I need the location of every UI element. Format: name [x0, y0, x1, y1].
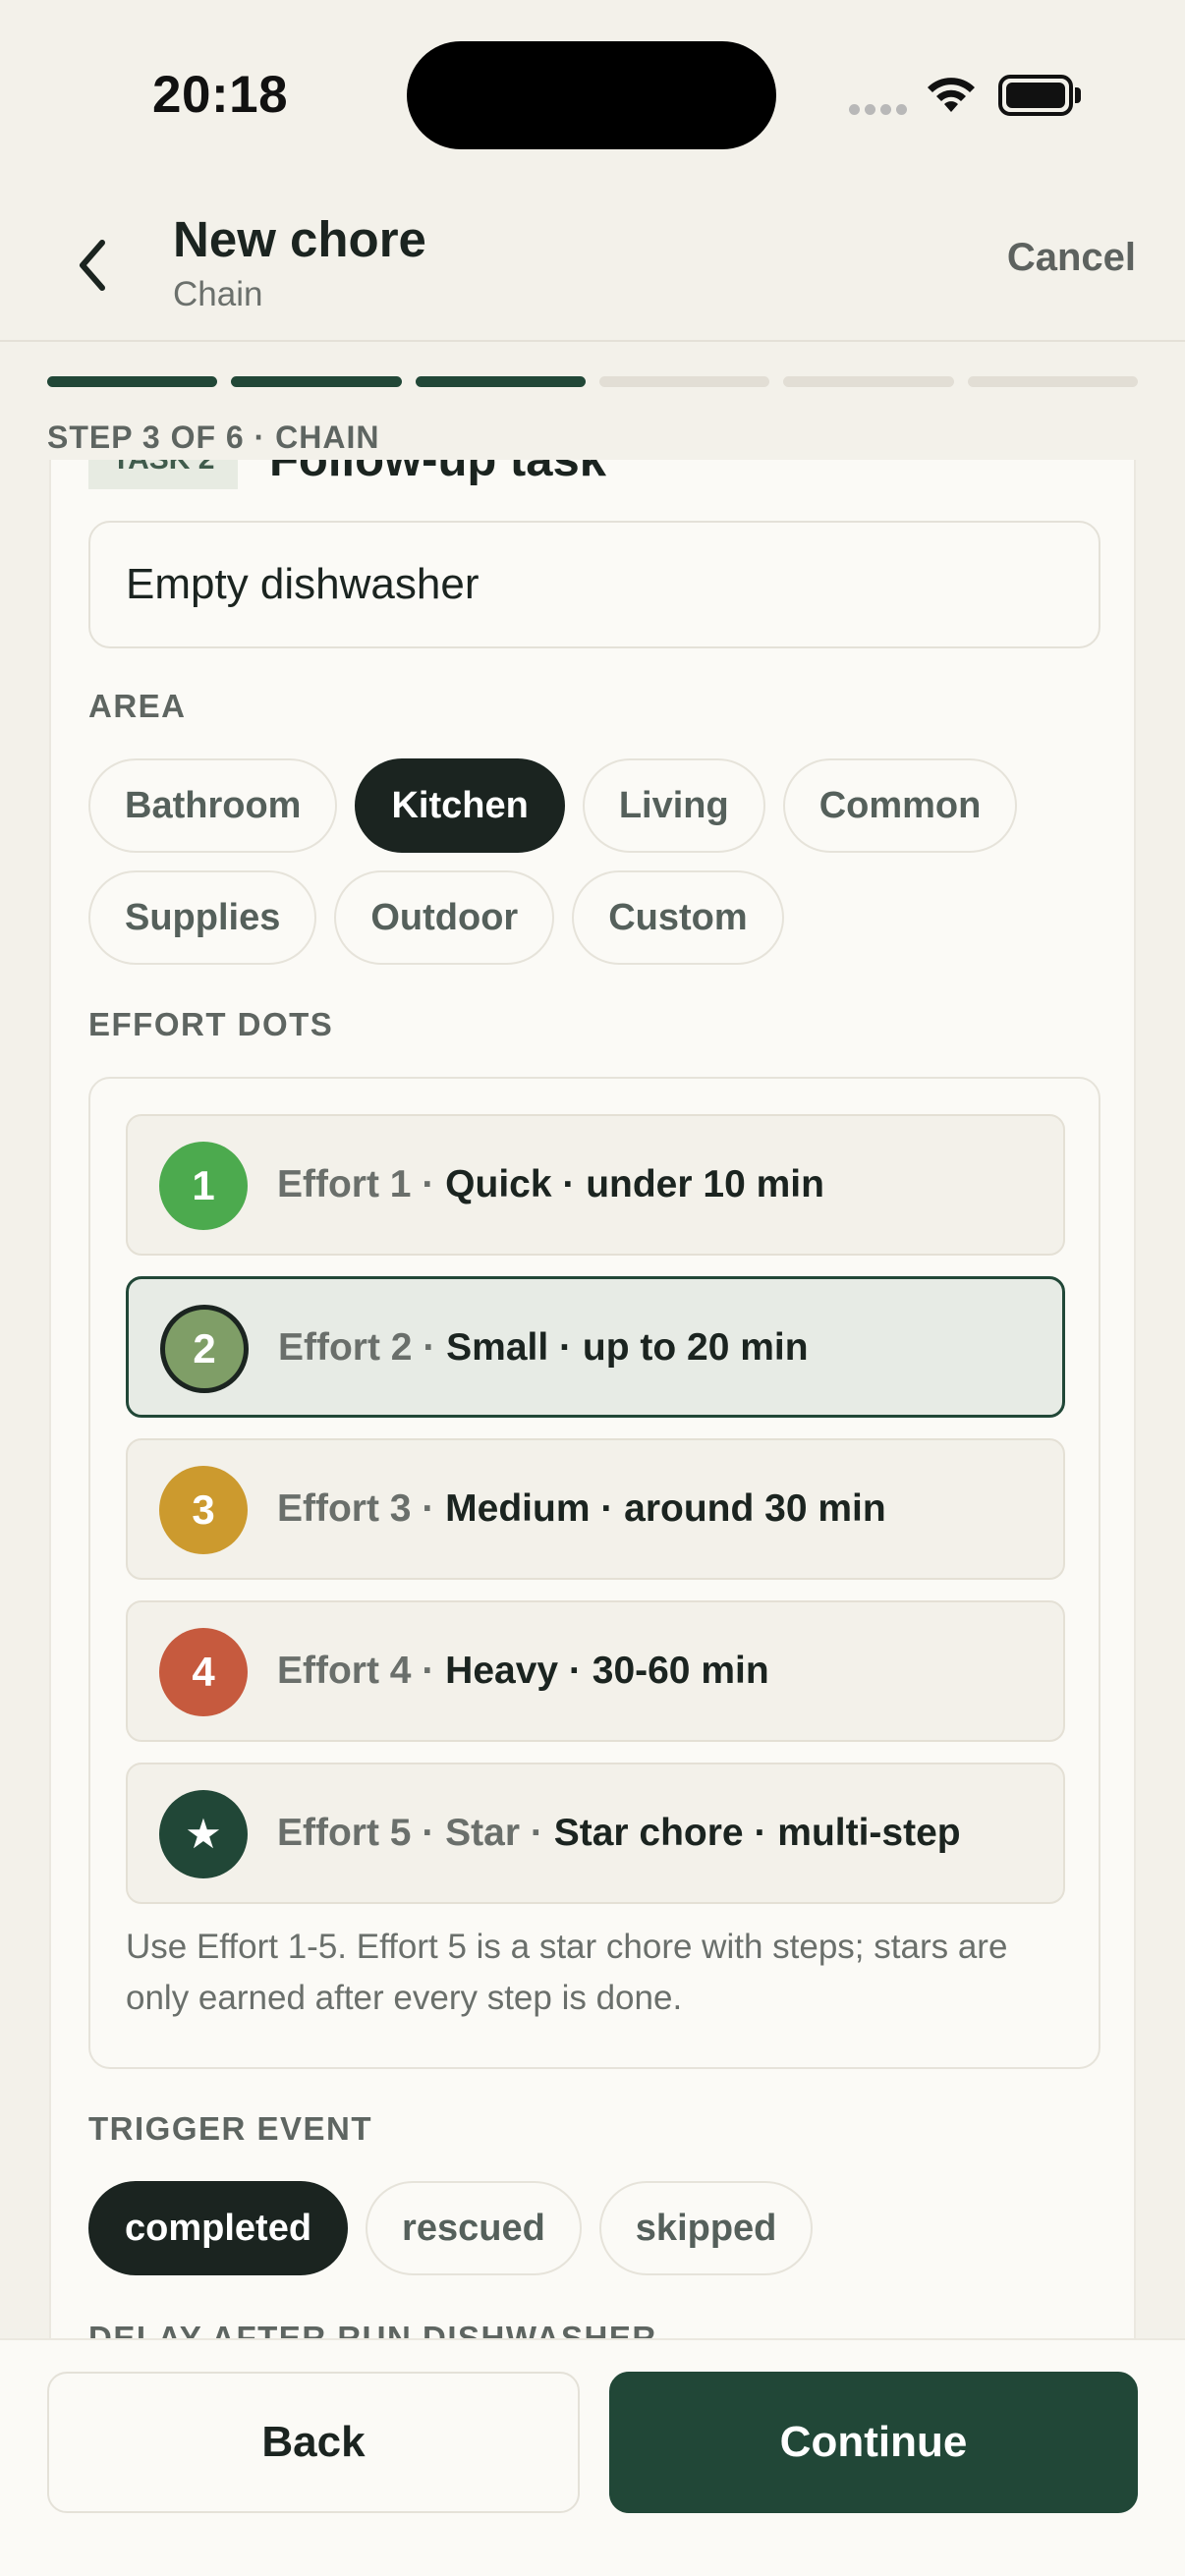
effort-panel: 1 Effort 1 · Quick · under 10 min 2 Effort …: [88, 1077, 1100, 2069]
form-card: TASK 2 Follow-up task AREA BathroomKitch…: [49, 460, 1136, 2346]
progress-segment: [598, 376, 770, 387]
wifi-icon: [928, 78, 975, 112]
status-time: 20:18: [152, 66, 289, 124]
effort-dot-2: 2: [160, 1305, 249, 1393]
area-chip-custom[interactable]: Custom: [572, 870, 784, 965]
back-button[interactable]: Back: [47, 2372, 580, 2513]
progress-segment: [415, 376, 586, 387]
battery-icon: [998, 75, 1081, 116]
effort-dot-1: 1: [159, 1142, 248, 1230]
progress-segment: [783, 376, 954, 387]
effort-level: Effort 5 · Star: [277, 1812, 521, 1854]
effort-option-4[interactable]: 4 Effort 4 · Heavy · 30-60 min: [126, 1600, 1065, 1742]
effort-option-1[interactable]: 1 Effort 1 · Quick · under 10 min: [126, 1114, 1065, 1256]
area-chip-group: Bathroom Kitchen Living Common Supplies Outdo…: [88, 758, 1100, 965]
page-title: New chore: [173, 211, 426, 267]
progress-segment: [47, 376, 218, 387]
task-tag: TASK 2: [88, 460, 239, 489]
effort-dot-4: 4: [159, 1628, 248, 1716]
effort-level: Effort 1: [277, 1163, 412, 1205]
trigger-label: TRIGGER EVENT: [88, 2110, 373, 2147]
chevron-left-icon[interactable]: [69, 231, 118, 300]
effort-level: Effort 2: [278, 1326, 413, 1369]
continue-button[interactable]: Continue: [609, 2372, 1138, 2513]
effort-note: Use Effort 1-5. Effort 5 is a star chore…: [126, 1928, 1008, 2017]
effort-separator: ·: [411, 1650, 446, 1692]
step-progress-bar: [47, 376, 1138, 388]
effort-text: Effort 1 · Quick · under 10 min: [277, 1116, 824, 1254]
area-chip-supplies[interactable]: Supplies: [88, 870, 317, 965]
chore-name-input[interactable]: [88, 521, 1100, 648]
area-chip-common[interactable]: Common: [782, 758, 1018, 853]
progress-segment: [967, 376, 1138, 387]
area-chip-living[interactable]: Living: [582, 758, 765, 853]
effort-dot-5: ★: [159, 1790, 248, 1878]
effort-description: Heavy · 30-60 min: [445, 1650, 769, 1692]
area-chip-kitchen[interactable]: Kitchen: [355, 758, 565, 853]
effort-level: Effort 4: [277, 1650, 412, 1692]
effort-separator: ·: [520, 1812, 554, 1854]
effort-separator: ·: [411, 1163, 446, 1205]
nav-header: New chore Chain Cancel: [0, 187, 1185, 342]
trigger-chip-rescued[interactable]: rescued: [366, 2181, 582, 2275]
effort-option-2[interactable]: 2 Effort 2 · Small · up to 20 min: [126, 1276, 1065, 1418]
progress-segment: [231, 376, 402, 387]
cancel-button[interactable]: Cancel: [1007, 236, 1136, 280]
app-screen: 20:18 New chore Chain Cancel STEP 3 OF 6…: [0, 0, 1185, 2576]
effort-text: Effort 4 · Heavy · 30-60 min: [277, 1602, 769, 1740]
trigger-chip-completed[interactable]: completed: [88, 2181, 349, 2275]
effort-separator: ·: [411, 1487, 446, 1530]
area-chip-outdoor[interactable]: Outdoor: [334, 870, 555, 965]
effort-option-5[interactable]: ★ Effort 5 · Star · Star chore · multi-st…: [126, 1763, 1065, 1904]
status-bar: 20:18: [0, 0, 1185, 187]
effort-dot-3: 3: [159, 1466, 248, 1554]
effort-level: Effort 3: [277, 1487, 412, 1530]
dynamic-island: [407, 41, 776, 149]
area-label: AREA: [88, 688, 187, 724]
effort-description: Star chore · multi-step: [553, 1812, 961, 1854]
effort-label: EFFORT DOTS: [88, 1006, 334, 1042]
cellular-signal-icon: [849, 104, 908, 116]
effort-description: Medium · around 30 min: [445, 1487, 886, 1530]
trigger-chip-group: completed rescued skipped: [88, 2181, 1100, 2275]
effort-description: Quick · under 10 min: [445, 1163, 824, 1205]
effort-text: Effort 5 · Star · Star chore · multi-ste…: [277, 1764, 961, 1902]
effort-option-3[interactable]: 3 Effort 3 · Medium · around 30 min: [126, 1438, 1065, 1580]
section-heading: Follow-up task: [269, 460, 606, 486]
trigger-chip-skipped[interactable]: skipped: [598, 2181, 814, 2275]
effort-description: Small · up to 20 min: [446, 1326, 809, 1369]
area-chip-bathroom[interactable]: Bathroom: [88, 758, 338, 853]
step-label: STEP 3 OF 6 · CHAIN: [47, 420, 380, 455]
effort-separator: ·: [412, 1326, 447, 1369]
page-subtitle: Chain: [173, 275, 263, 313]
footer-bar: Back Continue: [0, 2338, 1185, 2576]
effort-text: Effort 2 · Small · up to 20 min: [278, 1279, 809, 1417]
effort-text: Effort 3 · Medium · around 30 min: [277, 1440, 886, 1578]
